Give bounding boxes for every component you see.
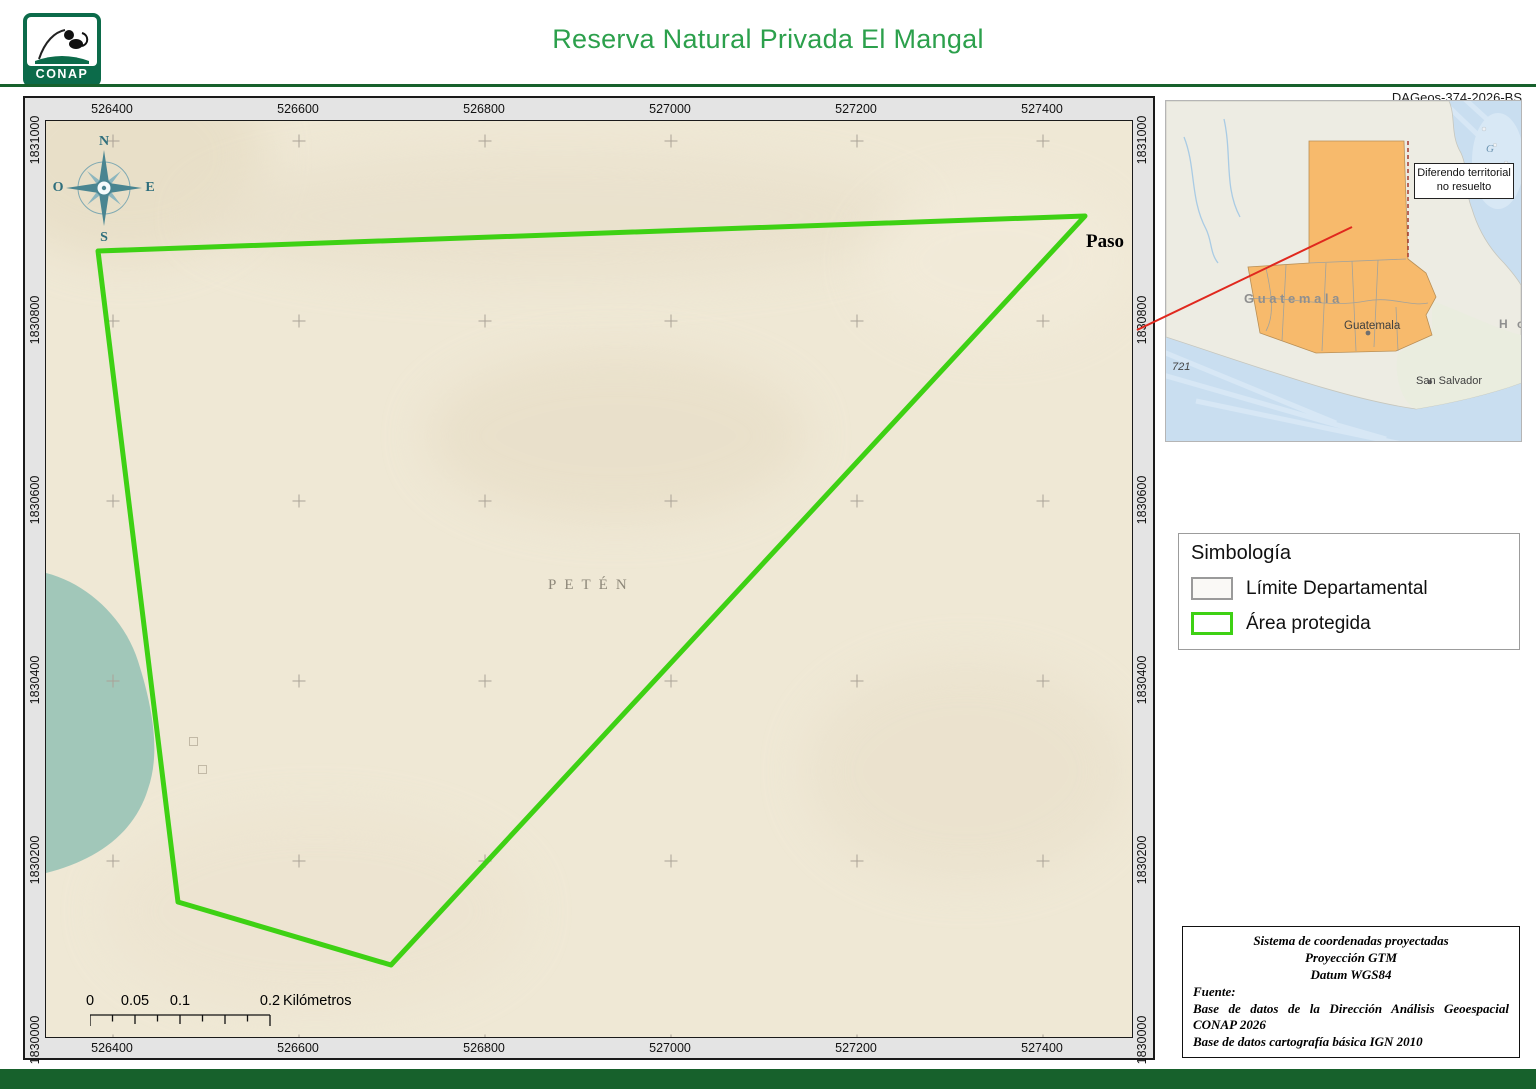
grid-label-y: 1830600 <box>1135 476 1149 525</box>
credits-box: Sistema de coordenadas proyectadas Proye… <box>1182 926 1520 1058</box>
grid-label-x: 526800 <box>463 98 505 120</box>
grid-label-x: 526800 <box>463 1038 505 1058</box>
sea-label-fragment: G <box>1486 143 1494 155</box>
scale-bar: 0 0.05 0.1 0.2 Kilómetros <box>90 993 400 1033</box>
footer-bar <box>0 1069 1536 1089</box>
legend-item-label: Límite Departamental <box>1246 578 1428 600</box>
grid-label-x: 527000 <box>649 1038 691 1058</box>
crs-line: Proyección GTM <box>1193 950 1509 967</box>
scale-tick-label: 0 <box>86 993 94 1009</box>
map-frame: 526400 526600 526800 527000 527200 527400 526… <box>23 96 1155 1060</box>
map-canvas: PETÉN Paso N S O E 0 0.05 0.1 <box>45 120 1133 1038</box>
grid-label-y: 1830800 <box>28 296 42 345</box>
source-label: Fuente: <box>1193 984 1509 1001</box>
page-title: Reserva Natural Privada El Mangal <box>0 24 1536 55</box>
grid-label-x: 526400 <box>91 98 133 120</box>
grid-label-y: 1830400 <box>28 656 42 705</box>
compass-rose: N S O E <box>48 129 160 247</box>
grid-label-x: 527200 <box>835 98 877 120</box>
left-edge-label-fragment: 721 <box>1172 361 1190 373</box>
grid-label-y: 1830000 <box>1135 1016 1149 1065</box>
coord-band-left: 1831000183080018306001830400183020018300… <box>25 120 45 1038</box>
department-boundary-swatch <box>1191 577 1233 600</box>
coord-band-right: 1831000183080018306001830400183020018300… <box>1131 120 1153 1038</box>
protected-area-layer <box>46 121 1133 1038</box>
scale-unit-label: Kilómetros <box>283 993 352 1009</box>
grid-label-x: 526400 <box>91 1038 133 1058</box>
crs-line: Sistema de coordenadas proyectadas <box>1193 933 1509 950</box>
scale-tick-label: 0.2 <box>260 993 280 1009</box>
source-line: Base de datos cartografía básica IGN 201… <box>1193 1034 1509 1051</box>
compass-east-label: E <box>145 180 154 195</box>
legend-item-departmental: Límite Departamental <box>1191 577 1507 600</box>
crs-line: Datum WGS84 <box>1193 967 1509 984</box>
coord-band-bottom: 526400 526600 526800 527000 527200 527400 <box>45 1038 1133 1058</box>
country-label: G u a t e m a l a <box>1244 291 1339 306</box>
legend-item-protected: Área protegida <box>1191 612 1507 635</box>
inset-art <box>1166 101 1521 441</box>
conap-logo-text: CONAP <box>27 66 97 83</box>
scale-tick-label: 0.05 <box>121 993 149 1009</box>
grid-label-x: 527200 <box>835 1038 877 1058</box>
header-divider <box>0 84 1536 87</box>
territorial-dispute-note: Diferendo territorial no resuelto <box>1414 163 1514 199</box>
compass-west-label: O <box>53 180 64 195</box>
inset-map: G u a t e m a l a Guatemala San Salvador… <box>1165 100 1522 442</box>
legend-title: Simbología <box>1191 542 1507 565</box>
grid-label-x: 527400 <box>1021 1038 1063 1058</box>
grid-label-y: 1830200 <box>1135 836 1149 885</box>
legend-item-label: Área protegida <box>1246 613 1371 635</box>
scale-ruler <box>90 1014 290 1028</box>
grid-label-y: 1830600 <box>28 476 42 525</box>
legend-panel: Simbología Límite Departamental Área pro… <box>1178 533 1520 650</box>
grid-label-y: 1830400 <box>1135 656 1149 705</box>
grid-label-y: 1830000 <box>28 1016 42 1065</box>
coord-band-top: 526400 526600 526800 527000 527200 527400 <box>45 98 1133 120</box>
honduras-label-fragment: H o <box>1499 317 1522 331</box>
grid-label-y: 1830800 <box>1135 296 1149 345</box>
protected-area-swatch <box>1191 612 1233 635</box>
grid-label-x: 527400 <box>1021 98 1063 120</box>
protected-area-boundary <box>98 216 1085 965</box>
grid-label-x: 526600 <box>277 1038 319 1058</box>
grid-label-y: 1831000 <box>1135 116 1149 165</box>
compass-north-label: N <box>99 134 109 149</box>
grid-label-y: 1830200 <box>28 836 42 885</box>
source-line: Base de datos de la Dirección Análisis G… <box>1193 1001 1509 1035</box>
capital-city-label: Guatemala <box>1344 320 1400 332</box>
scale-tick-label: 0.1 <box>170 993 190 1009</box>
grid-label-x: 526600 <box>277 98 319 120</box>
compass-south-label: S <box>100 230 108 245</box>
map-document: CONAP Reserva Natural Privada El Mangal … <box>0 0 1536 1089</box>
san-salvador-label: San Salvador <box>1416 375 1482 387</box>
grid-label-x: 527000 <box>649 98 691 120</box>
grid-label-y: 1831000 <box>28 116 42 165</box>
